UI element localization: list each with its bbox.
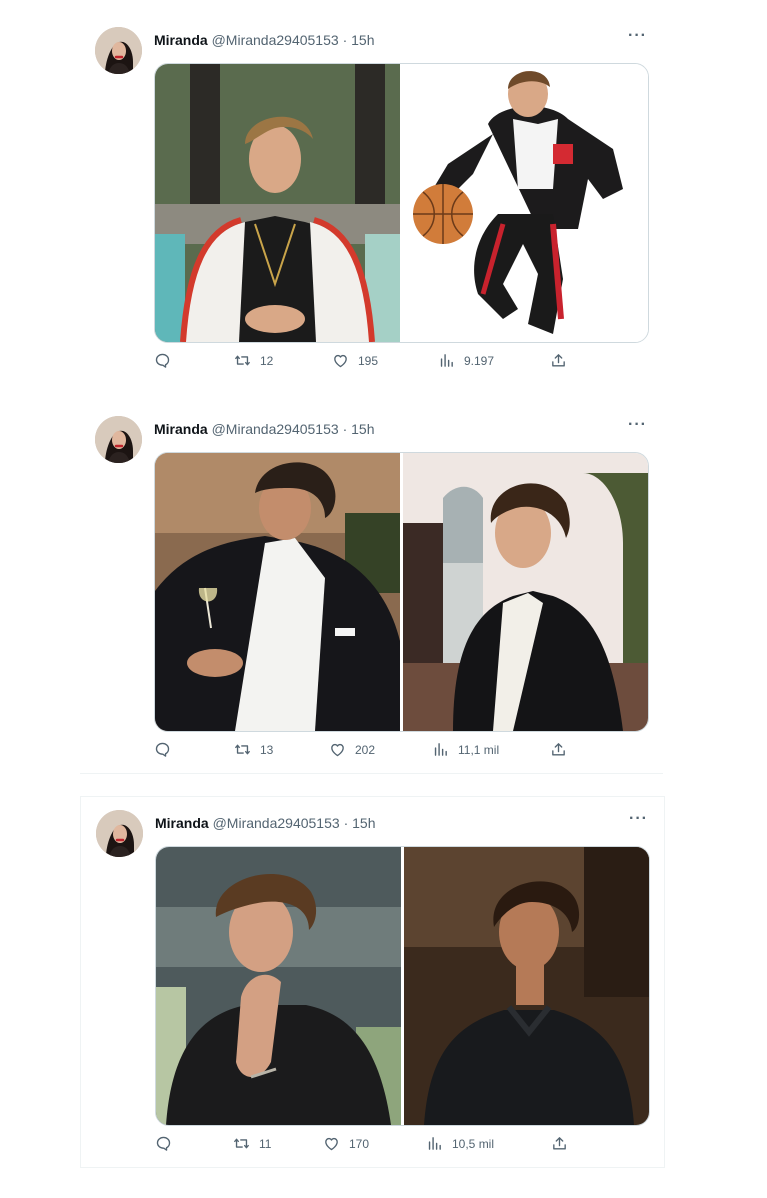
- separator: ·: [343, 815, 349, 831]
- more-icon[interactable]: ···: [629, 810, 648, 828]
- retweet-button[interactable]: 12: [234, 352, 273, 369]
- views-button[interactable]: 9.197: [438, 352, 494, 369]
- retweet-count: 13: [260, 742, 274, 757]
- retweet-count: 12: [260, 353, 274, 368]
- tweet-header: Miranda @Miranda29405153 · 15h: [155, 814, 375, 832]
- tweet-actions: 12 195 9.197: [154, 352, 574, 372]
- like-button[interactable]: 195: [332, 352, 378, 369]
- share-button[interactable]: [550, 741, 567, 758]
- views-button[interactable]: 11,1 mil: [432, 741, 499, 758]
- author-handle[interactable]: @Miranda29405153: [212, 421, 339, 437]
- tweet-actions: 11 170 10,5 mil: [155, 1135, 575, 1155]
- views-count: 9.197: [464, 353, 495, 368]
- like-count: 202: [355, 742, 376, 757]
- views-count: 11,1 mil: [458, 742, 500, 757]
- photo-left-red-jacket[interactable]: [155, 64, 400, 342]
- share-icon: [551, 1135, 568, 1152]
- tweet[interactable]: Miranda @Miranda29405153 · 15h ···: [80, 14, 663, 382]
- views-icon: [438, 352, 455, 369]
- separator: ·: [342, 421, 348, 437]
- photo-left-thinking[interactable]: [156, 847, 401, 1125]
- media-grid[interactable]: [154, 452, 649, 732]
- more-icon[interactable]: ···: [628, 416, 647, 434]
- share-icon: [550, 352, 567, 369]
- share-icon: [550, 741, 567, 758]
- reply-button[interactable]: [154, 741, 180, 758]
- retweet-button[interactable]: 13: [234, 741, 273, 758]
- like-button[interactable]: 170: [323, 1135, 369, 1152]
- tweet-header: Miranda @Miranda29405153 · 15h: [154, 31, 374, 49]
- timestamp[interactable]: 15h: [352, 815, 375, 831]
- avatar[interactable]: [96, 810, 143, 857]
- like-count: 195: [358, 353, 379, 368]
- reply-icon: [154, 352, 171, 369]
- author-name[interactable]: Miranda: [154, 32, 208, 48]
- like-icon: [329, 741, 346, 758]
- avatar[interactable]: [95, 27, 142, 74]
- tweet-actions: 13 202 11,1 mil: [154, 741, 574, 761]
- retweet-button[interactable]: 11: [233, 1135, 271, 1152]
- views-icon: [432, 741, 449, 758]
- tweet-header: Miranda @Miranda29405153 · 15h: [154, 420, 374, 438]
- retweet-icon: [234, 741, 251, 758]
- tweet[interactable]: Miranda @Miranda29405153 · 15h ···: [80, 796, 665, 1168]
- timestamp[interactable]: 15h: [351, 32, 374, 48]
- retweet-icon: [233, 1135, 250, 1152]
- avatar[interactable]: [95, 416, 142, 463]
- views-button[interactable]: 10,5 mil: [426, 1135, 494, 1152]
- like-icon: [332, 352, 349, 369]
- views-icon: [426, 1135, 443, 1152]
- like-button[interactable]: 202: [329, 741, 375, 758]
- reply-icon: [155, 1135, 172, 1152]
- media-grid[interactable]: [154, 63, 649, 343]
- like-count: 170: [349, 1136, 370, 1151]
- author-handle[interactable]: @Miranda29405153: [212, 32, 339, 48]
- views-count: 10,5 mil: [452, 1136, 495, 1151]
- photo-left-black-blazer[interactable]: [155, 453, 400, 731]
- tweet[interactable]: Miranda @Miranda29405153 · 15h ···: [80, 403, 663, 774]
- share-button[interactable]: [550, 352, 567, 369]
- author-name[interactable]: Miranda: [155, 815, 209, 831]
- photo-right-black-blazer[interactable]: [403, 453, 648, 731]
- more-icon[interactable]: ···: [628, 27, 647, 45]
- share-button[interactable]: [551, 1135, 568, 1152]
- timestamp[interactable]: 15h: [351, 421, 374, 437]
- like-icon: [323, 1135, 340, 1152]
- photo-right-dark-shirt[interactable]: [404, 847, 649, 1125]
- photo-right-basketball[interactable]: [403, 64, 648, 342]
- reply-icon: [154, 741, 171, 758]
- retweet-icon: [234, 352, 251, 369]
- author-name[interactable]: Miranda: [154, 421, 208, 437]
- reply-button[interactable]: [155, 1135, 181, 1152]
- media-grid[interactable]: [155, 846, 650, 1126]
- retweet-count: 11: [259, 1136, 272, 1151]
- separator: ·: [342, 32, 348, 48]
- reply-button[interactable]: [154, 352, 180, 369]
- author-handle[interactable]: @Miranda29405153: [213, 815, 340, 831]
